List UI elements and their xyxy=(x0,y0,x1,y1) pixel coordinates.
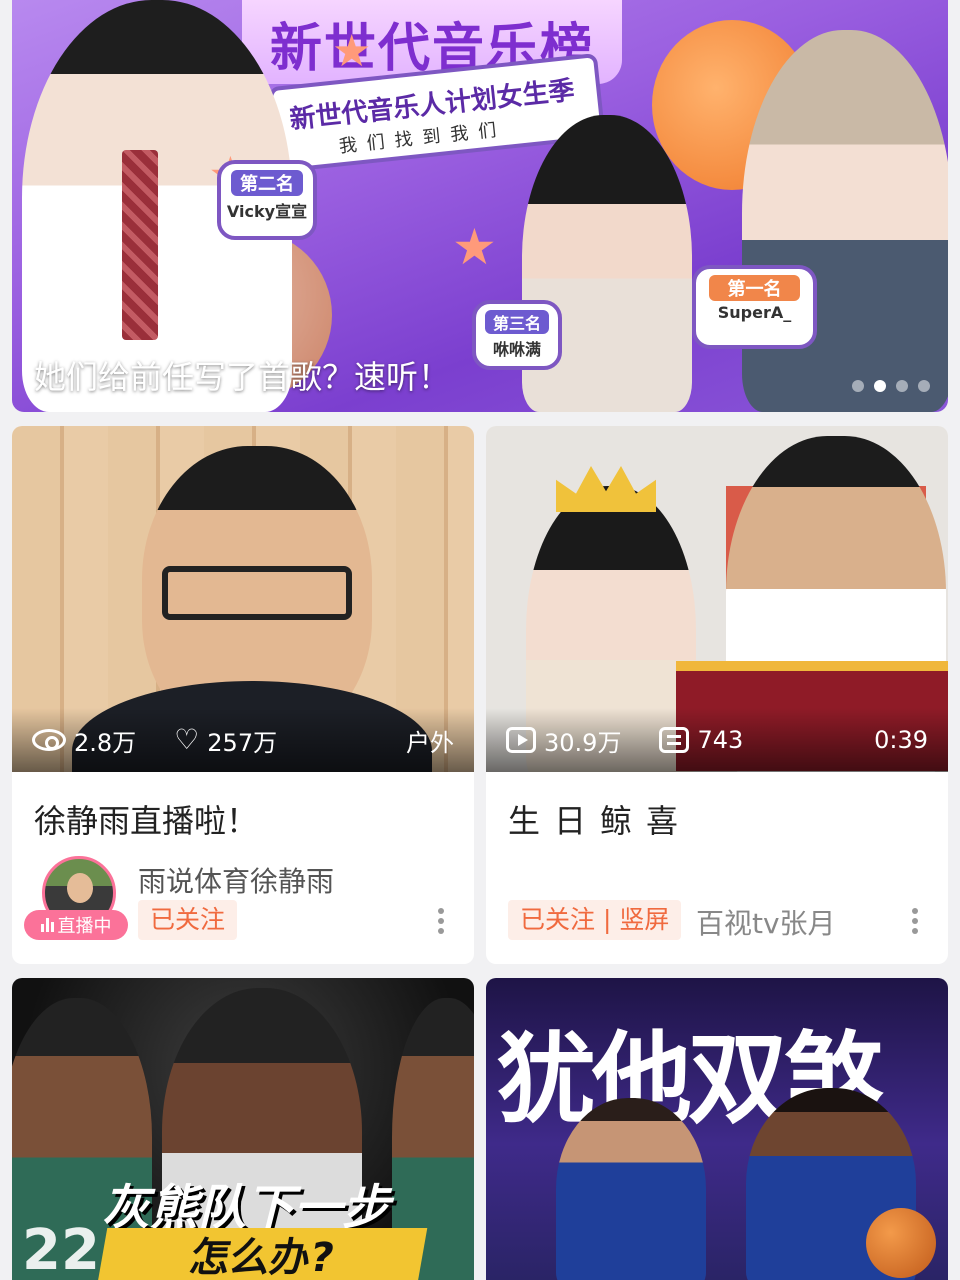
carousel-dot[interactable] xyxy=(918,380,930,392)
banner-caption: 她们给前任写了首歌？速听！ xyxy=(34,358,451,396)
followed-tag: 已关注 | 竖屏 xyxy=(508,900,682,940)
thumbnail-meta-bar: 2.8万 ♡ 257万 户外 xyxy=(12,708,474,772)
star-icon: ★ xyxy=(332,26,372,77)
like-icon: ♡ xyxy=(174,723,200,756)
star-icon: ★ xyxy=(452,218,497,276)
video-title[interactable]: 生日鲸喜 xyxy=(508,796,692,842)
banner-carousel[interactable]: 新世代音乐榜 新世代音乐人计划女生季 我们找到我们 ★ ★ ★ 第二名 Vick… xyxy=(12,0,948,412)
author-name[interactable]: 百视tv张月 xyxy=(696,902,836,942)
author-name[interactable]: 雨说体育徐静雨 xyxy=(138,860,334,900)
carousel-dot-active[interactable] xyxy=(874,380,886,392)
thumbnail-caption-highlight: 怎么办? xyxy=(96,1228,428,1280)
thumbnail-meta-bar: 30.9万 743 0:39 xyxy=(486,708,948,772)
followed-tag: 已关注 xyxy=(138,900,238,940)
category-label: 户外 xyxy=(406,728,454,757)
rank-tag-third: 第三名 咻咻满 xyxy=(472,300,562,370)
video-card-live[interactable]: 2.8万 ♡ 257万 户外 徐静雨直播啦！ 直播中 雨说体育徐静雨 已关注 xyxy=(12,426,474,964)
more-options-icon[interactable] xyxy=(912,908,920,938)
view-count: 2.8万 xyxy=(32,723,136,758)
basketball-icon xyxy=(866,1208,936,1278)
author-row: 直播中 雨说体育徐静雨 已关注 xyxy=(24,856,456,952)
carousel-dot[interactable] xyxy=(852,380,864,392)
video-thumbnail[interactable]: 2.8万 ♡ 257万 户外 xyxy=(12,426,474,772)
video-thumbnail[interactable]: 30.9万 743 0:39 xyxy=(486,426,948,772)
home-feed: 新世代音乐榜 新世代音乐人计划女生季 我们找到我们 ★ ★ ★ 第二名 Vick… xyxy=(0,0,960,1280)
more-options-icon[interactable] xyxy=(438,908,446,938)
live-badge: 直播中 xyxy=(24,910,128,940)
video-card-birthday[interactable]: 30.9万 743 0:39 生日鲸喜 已关注 | 竖屏 百视tv张月 xyxy=(486,426,948,964)
like-count: ♡ 257万 xyxy=(174,723,278,757)
rank-tag-first: 第一名 SuperA_ xyxy=(692,265,817,349)
carousel-dot[interactable] xyxy=(896,380,908,392)
video-card-grizzlies[interactable]: 22 灰熊队下一步 怎么办? xyxy=(12,978,474,1280)
singer-portrait-right xyxy=(742,30,948,412)
eye-icon xyxy=(32,729,66,751)
author-row: 已关注 | 竖屏 百视tv张月 xyxy=(508,856,930,952)
play-count: 30.9万 xyxy=(506,723,621,758)
danmaku-count: 743 xyxy=(659,726,743,754)
video-card-utah[interactable]: 犹他双煞 xyxy=(486,978,948,1280)
video-title[interactable]: 徐静雨直播啦！ xyxy=(34,796,258,842)
author-avatar-wrap[interactable]: 直播中 xyxy=(24,856,128,946)
carousel-indicator xyxy=(852,380,930,392)
play-icon xyxy=(506,727,536,753)
video-thumbnail[interactable]: 22 灰熊队下一步 怎么办? xyxy=(12,978,474,1280)
video-thumbnail[interactable]: 犹他双煞 xyxy=(486,978,948,1280)
live-bars-icon xyxy=(40,918,54,932)
jersey-number: 22 xyxy=(22,1218,100,1280)
danmaku-icon xyxy=(659,727,690,753)
video-duration: 0:39 xyxy=(874,726,928,754)
rank-tag-second: 第二名 Vicky宣宣 xyxy=(217,160,317,240)
